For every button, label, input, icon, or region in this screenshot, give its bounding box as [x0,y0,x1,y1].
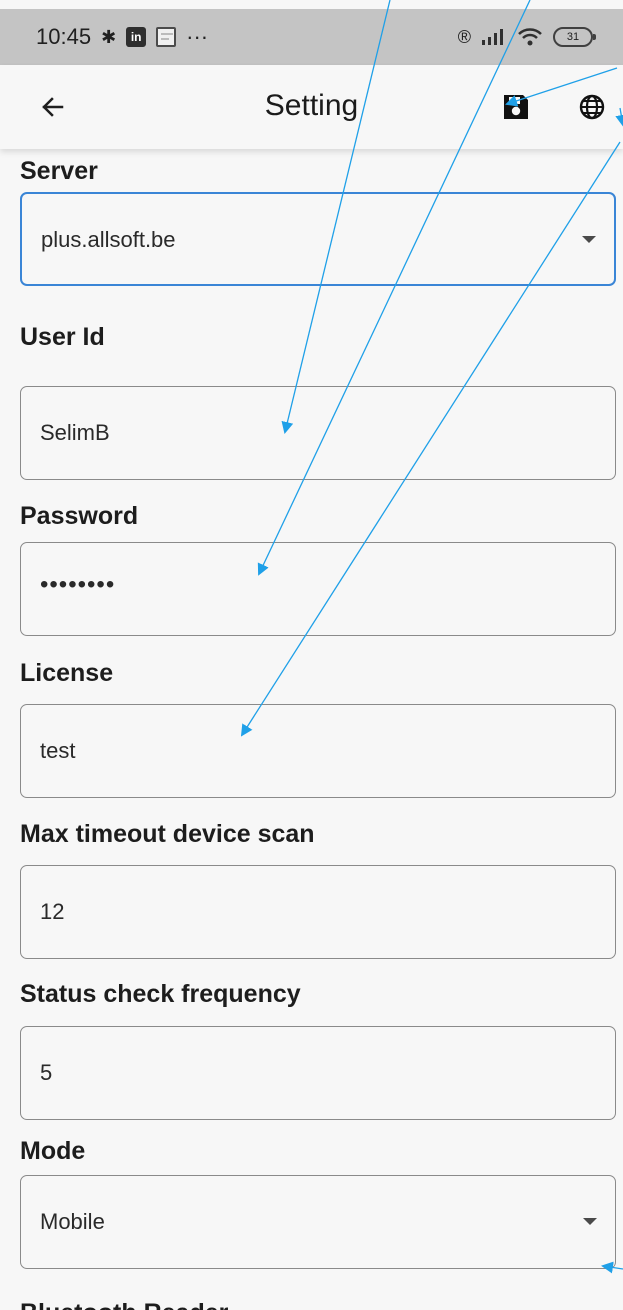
signal-icon [482,29,503,45]
password-input[interactable]: •••••••• [20,542,616,636]
max-timeout-value: 12 [40,899,65,924]
mode-label: Mode [20,1137,86,1165]
status-frequency-value: 5 [40,1060,53,1085]
status-frequency-input[interactable]: 5 [20,1026,616,1120]
password-label: Password [20,502,139,530]
user-id-value: SelimB [40,420,110,445]
linkedin-icon: in [126,27,147,47]
max-timeout-label: Max timeout device scan [20,820,315,848]
settings-form: Server plus.allsoft.be User Id SelimB Pa… [0,149,623,1310]
notification-icon: ✱ [101,27,117,47]
max-timeout-input[interactable]: 12 [20,865,616,959]
save-icon [504,95,528,119]
status-time: 10:45 [36,24,92,49]
globe-icon [579,94,605,120]
wifi-icon [518,28,542,46]
status-right: ® 31 [457,27,596,47]
user-id-input[interactable]: SelimB [20,386,616,480]
settings-screen: 10:45 ✱ in ··· ® 31 Setting Server plus.… [0,0,623,1310]
password-value: •••••••• [40,571,116,598]
user-id-label: User Id [20,323,105,351]
server-label: Server [20,157,98,185]
bluetooth-label: Bluetooth Reader [20,1297,228,1310]
chevron-down-icon [583,1218,597,1225]
save-button[interactable] [494,85,538,129]
battery-level: 31 [566,31,580,43]
chevron-down-icon [582,236,596,243]
license-input[interactable]: test [20,704,616,798]
license-label: License [20,659,114,687]
mode-dropdown[interactable]: Mobile [20,1175,616,1269]
more-notifications-icon: ··· [186,24,209,49]
status-left: 10:45 ✱ in ··· [36,24,208,50]
server-value: plus.allsoft.be [41,227,176,252]
language-button[interactable] [570,85,614,129]
server-dropdown[interactable]: plus.allsoft.be [20,192,616,286]
battery-icon: 31 [553,27,596,47]
mode-value: Mobile [40,1209,105,1234]
status-frequency-label: Status check frequency [20,980,301,1008]
status-bar: 10:45 ✱ in ··· ® 31 [0,9,623,65]
news-icon [156,27,177,47]
registered-icon: ® [457,27,471,47]
app-bar: Setting [0,65,623,149]
license-value: test [40,738,76,763]
